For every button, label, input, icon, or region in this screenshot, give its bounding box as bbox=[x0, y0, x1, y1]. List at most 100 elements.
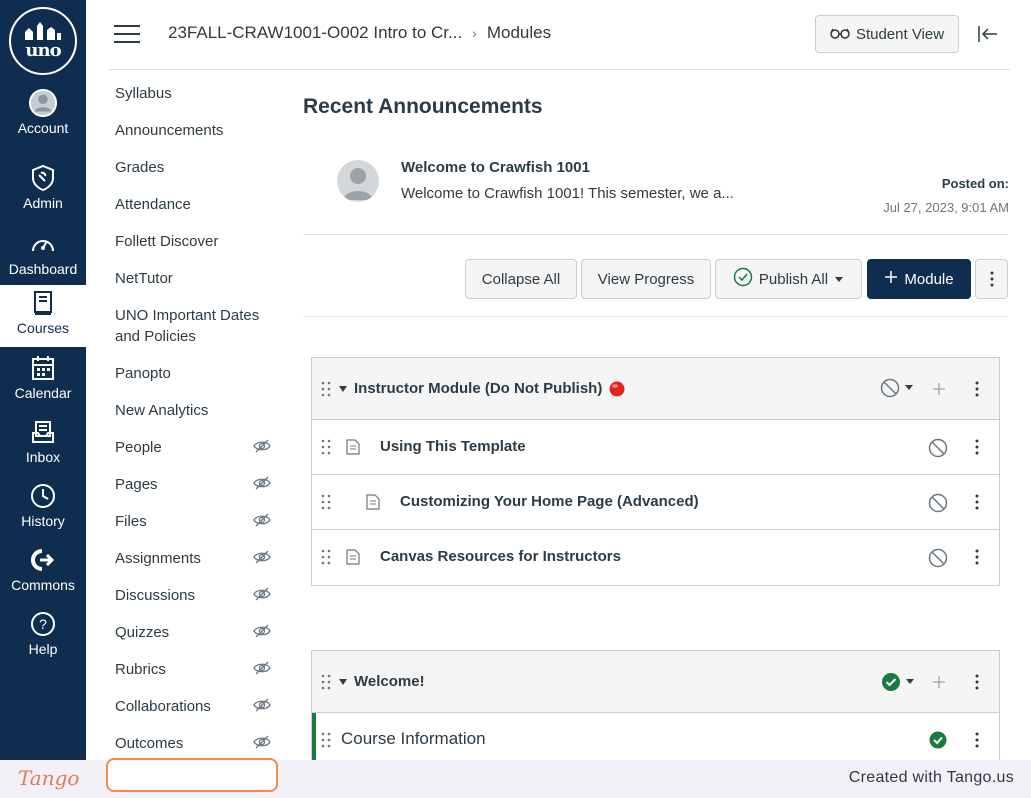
drag-handle-icon[interactable] bbox=[321, 494, 331, 510]
eye-slash-icon bbox=[253, 439, 271, 453]
module-title: Instructor Module (Do Not Publish) bbox=[354, 380, 603, 397]
drag-handle-icon[interactable] bbox=[321, 439, 331, 455]
eye-slash-icon bbox=[253, 513, 271, 527]
header-divider bbox=[108, 69, 1010, 70]
published-status-button[interactable] bbox=[881, 672, 915, 692]
course-nav-quizzes[interactable]: Quizzes bbox=[115, 622, 281, 643]
check-circle-outline-icon bbox=[733, 267, 753, 291]
svg-text:?: ? bbox=[39, 616, 47, 632]
add-module-label: Module bbox=[904, 270, 954, 288]
nav-help[interactable]: ? Help bbox=[0, 609, 86, 671]
unpublished-icon[interactable] bbox=[928, 493, 948, 513]
calendar-icon bbox=[28, 353, 58, 383]
nav-calendar[interactable]: Calendar bbox=[0, 353, 86, 415]
nav-history[interactable]: History bbox=[0, 481, 86, 543]
nav-label: Courses bbox=[16, 320, 70, 336]
add-item-icon[interactable] bbox=[932, 382, 946, 396]
unpublished-icon bbox=[880, 378, 900, 398]
check-circle-icon[interactable] bbox=[929, 731, 947, 749]
drag-handle-icon[interactable] bbox=[321, 381, 331, 397]
logo-mark: uno bbox=[11, 9, 75, 73]
plus-icon bbox=[884, 270, 898, 288]
cathedral-skyline-icon bbox=[25, 21, 61, 40]
drag-handle-icon[interactable] bbox=[321, 674, 331, 690]
question-icon: ? bbox=[28, 609, 58, 639]
page-icon bbox=[366, 494, 380, 510]
publish-all-button[interactable]: Publish All bbox=[715, 259, 862, 299]
view-progress-button[interactable]: View Progress bbox=[581, 259, 711, 299]
nav-admin[interactable]: Admin bbox=[0, 163, 86, 225]
course-nav-grades[interactable]: Grades bbox=[115, 157, 281, 178]
publish-all-label: Publish All bbox=[758, 270, 829, 288]
course-nav-people[interactable]: People bbox=[115, 437, 281, 458]
course-nav-pages[interactable]: Pages bbox=[115, 474, 281, 495]
posted-on-label: Posted on: bbox=[941, 176, 1009, 191]
eye-slash-icon bbox=[253, 550, 271, 564]
shield-icon bbox=[28, 163, 58, 193]
unpublished-status-button[interactable] bbox=[880, 378, 914, 398]
uno-logo[interactable]: uno bbox=[7, 5, 79, 77]
caret-down-icon[interactable] bbox=[339, 385, 347, 393]
module-subheader-item[interactable]: Course Information bbox=[312, 713, 999, 760]
speedometer-icon bbox=[28, 229, 58, 259]
course-nav-collaborations[interactable]: Collaborations bbox=[115, 696, 281, 717]
global-navigation: uno Account Admin Dashboard Courses Cale… bbox=[0, 0, 86, 760]
posted-date: Jul 27, 2023, 9:01 AM bbox=[883, 200, 1009, 215]
nav-label: Inbox bbox=[25, 449, 61, 465]
course-nav-new-analytics[interactable]: New Analytics bbox=[115, 400, 281, 421]
add-item-icon[interactable] bbox=[932, 675, 946, 689]
item-title[interactable]: Customizing Your Home Page (Advanced) bbox=[400, 493, 699, 510]
module-kebab-icon[interactable] bbox=[974, 381, 980, 397]
course-nav-announcements[interactable]: Announcements bbox=[115, 120, 281, 141]
logo-text: uno bbox=[25, 39, 61, 61]
item-kebab-icon[interactable] bbox=[974, 732, 980, 748]
item-kebab-icon[interactable] bbox=[974, 549, 980, 565]
course-nav-discussions[interactable]: Discussions bbox=[115, 585, 281, 606]
tango-credit: Created with Tango.us bbox=[848, 769, 1014, 786]
module-item[interactable]: Using This Template bbox=[312, 420, 999, 475]
module-item[interactable]: Canvas Resources for Instructors bbox=[312, 530, 999, 585]
unpublished-icon[interactable] bbox=[928, 548, 948, 568]
item-kebab-icon[interactable] bbox=[974, 439, 980, 455]
course-nav-syllabus[interactable]: Syllabus bbox=[115, 83, 281, 104]
caret-down-icon[interactable] bbox=[339, 678, 347, 686]
breadcrumb-course[interactable]: 23FALL-CRAW1001-O002 Intro to Cr... bbox=[168, 23, 462, 43]
nav-dashboard[interactable]: Dashboard bbox=[0, 229, 86, 291]
module-header[interactable]: Instructor Module (Do Not Publish) bbox=[312, 358, 999, 420]
hamburger-menu-icon[interactable] bbox=[114, 25, 140, 45]
nav-courses[interactable]: Courses bbox=[0, 285, 86, 347]
course-nav-assignments[interactable]: Assignments bbox=[115, 548, 281, 569]
module-welcome: Welcome! Course Information bbox=[311, 650, 1000, 760]
course-nav-files[interactable]: Files bbox=[115, 511, 281, 532]
inbox-icon bbox=[28, 417, 58, 447]
module-header[interactable]: Welcome! bbox=[312, 651, 999, 713]
item-title[interactable]: Canvas Resources for Instructors bbox=[380, 548, 621, 565]
course-nav-outcomes[interactable]: Outcomes bbox=[115, 733, 281, 754]
item-kebab-icon[interactable] bbox=[974, 494, 980, 510]
course-nav-rubrics[interactable]: Rubrics bbox=[115, 659, 281, 680]
course-nav-panopto[interactable]: Panopto bbox=[115, 363, 281, 384]
more-options-button[interactable] bbox=[975, 259, 1008, 299]
module-kebab-icon[interactable] bbox=[974, 674, 980, 690]
unpublished-icon[interactable] bbox=[928, 438, 948, 458]
course-nav-attendance[interactable]: Attendance bbox=[115, 194, 281, 215]
nav-label: Calendar bbox=[14, 385, 72, 401]
collapse-all-button[interactable]: Collapse All bbox=[465, 259, 577, 299]
item-title[interactable]: Using This Template bbox=[380, 438, 526, 455]
announcement-title[interactable]: Welcome to Crawfish 1001 bbox=[401, 159, 590, 176]
module-item[interactable]: Customizing Your Home Page (Advanced) bbox=[312, 475, 999, 530]
nav-commons[interactable]: Commons bbox=[0, 545, 86, 607]
course-nav-follett-discover[interactable]: Follett Discover bbox=[115, 231, 281, 252]
caret-down-icon bbox=[834, 271, 844, 288]
add-module-button[interactable]: Module bbox=[867, 259, 971, 299]
drag-handle-icon[interactable] bbox=[321, 732, 331, 748]
student-view-button[interactable]: Student View bbox=[815, 15, 959, 53]
course-nav-important-dates[interactable]: UNO Important Dates and Policies bbox=[115, 305, 275, 347]
breadcrumb-page: Modules bbox=[486, 23, 552, 42]
clock-icon bbox=[28, 481, 58, 511]
course-nav-nettutor[interactable]: NetTutor bbox=[115, 268, 281, 289]
collapse-sidebar-icon[interactable] bbox=[975, 22, 1003, 46]
nav-account[interactable]: Account bbox=[0, 88, 86, 150]
nav-inbox[interactable]: Inbox bbox=[0, 417, 86, 479]
drag-handle-icon[interactable] bbox=[321, 549, 331, 565]
